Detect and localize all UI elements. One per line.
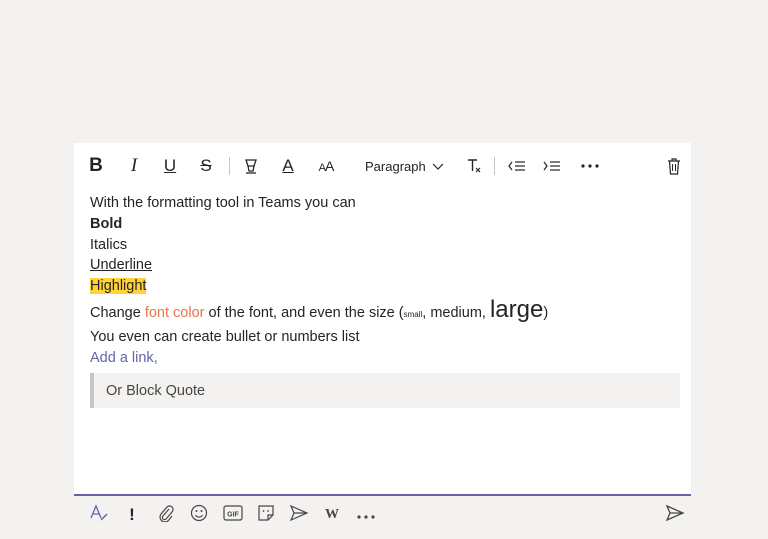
change-prefix-text: Change [90,304,145,321]
wiki-icon: W [325,507,339,522]
block-quote: Or Block Quote [90,373,680,408]
compose-box[interactable]: B I U S A AA Paragraph With the formatti… [74,143,691,496]
underline-icon: U [163,156,177,175]
more-icon [357,506,375,524]
large-text: large [489,295,544,323]
font-size-button[interactable]: AA [314,151,338,181]
italic-button[interactable]: I [124,151,144,181]
sticker-button[interactable] [255,500,277,530]
bold-icon: B [89,155,103,176]
more-apps-button[interactable] [354,500,378,530]
highlight-button[interactable] [240,151,262,181]
trash-icon [667,157,681,175]
send-icon [665,504,685,527]
bold-button[interactable]: B [86,151,106,181]
exclamation-icon: ! [129,505,135,524]
clear-formatting-icon [465,157,483,175]
decrease-indent-button[interactable] [506,151,528,181]
block-quote-text: Or Block Quote [106,382,206,399]
paragraph-label: Paragraph [365,158,426,174]
medium-text: , medium, [422,304,490,321]
italic-icon: I [130,155,138,176]
mark-important-button[interactable]: ! [124,500,140,530]
intro-line: With the formatting tool in Teams you ca… [90,195,356,211]
meet-now-button[interactable] [288,500,310,530]
gif-icon: GIF [223,504,243,527]
attach-button[interactable] [156,500,176,530]
underline-button[interactable]: U [160,151,180,181]
strikethrough-button[interactable]: S [196,151,216,181]
compose-actions-bar: ! GIF W [74,500,691,530]
send-button[interactable] [664,500,686,530]
svg-text:GIF: GIF [227,511,239,518]
send-outline-icon [289,504,309,527]
message-editor[interactable]: With the formatting tool in Teams you ca… [90,193,680,369]
format-icon [89,503,109,527]
font-color-icon: A [282,156,294,175]
highlight-line: Highlight [90,278,147,295]
emoji-icon [190,504,208,527]
toolbar-divider [494,157,495,175]
underline-line: Underline [90,257,153,274]
strikethrough-icon: S [200,156,212,175]
close-paren-text: ) [543,304,549,321]
highlight-icon [242,157,260,175]
more-icon [581,164,599,168]
paperclip-icon [158,504,174,527]
small-text: small [403,309,423,319]
bullets-line: You even can create bullet or numbers li… [90,328,360,345]
change-mid-text: of the font, and even the size ( [204,304,404,321]
font-line: Change font color of the font, and even … [90,297,680,327]
font-size-icon: AA [318,158,335,174]
wiki-button[interactable]: W [322,500,342,530]
clear-formatting-button[interactable] [464,151,484,181]
italics-line: Italics [90,236,128,253]
more-options-button[interactable] [578,151,602,181]
increase-indent-icon [543,158,561,174]
toolbar-divider [229,157,230,175]
chevron-down-icon [432,159,444,174]
increase-indent-button[interactable] [541,151,563,181]
decrease-indent-icon [508,158,526,174]
paragraph-dropdown[interactable]: Paragraph [365,151,444,181]
link-suffix: , [153,349,158,366]
link-text[interactable]: Add a link [90,350,154,366]
gif-button[interactable]: GIF [222,500,244,530]
delete-button[interactable] [664,151,684,181]
sticker-icon [257,504,275,527]
formatting-toolbar: B I U S A AA Paragraph [74,151,691,181]
bold-line: Bold [90,215,123,232]
font-color-text: font color [144,304,205,321]
format-button[interactable] [88,500,110,530]
font-color-button[interactable]: A [278,151,298,181]
emoji-button[interactable] [189,500,209,530]
